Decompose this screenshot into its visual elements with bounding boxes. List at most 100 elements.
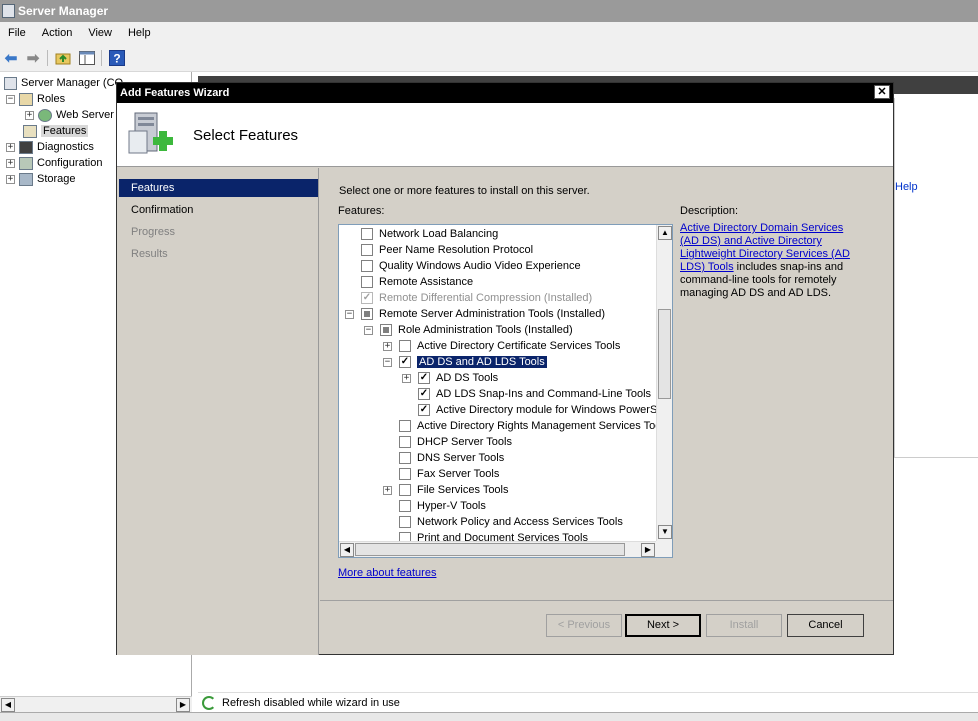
wizard-steps-nav: Features Confirmation Progress Results: [117, 168, 319, 655]
feature-role-admin-tools[interactable]: − Role Administration Tools (Installed): [364, 322, 573, 338]
checkbox[interactable]: [399, 468, 411, 480]
step-features[interactable]: Features: [119, 179, 318, 197]
checkbox[interactable]: ✓: [418, 388, 430, 400]
next-button[interactable]: Next >: [625, 614, 701, 637]
scroll-right-icon[interactable]: ▶: [641, 543, 655, 557]
more-about-features-link[interactable]: More about features: [338, 567, 436, 579]
expand-icon[interactable]: +: [6, 142, 15, 152]
step-confirmation[interactable]: Confirmation: [119, 201, 318, 219]
checkbox[interactable]: [399, 420, 411, 432]
tree-item-storage[interactable]: + Storage: [6, 171, 76, 187]
feature-ad-powershell-module[interactable]: ✓ Active Directory module for Windows Po…: [418, 402, 672, 418]
expand-icon[interactable]: +: [383, 485, 392, 495]
expand-icon[interactable]: +: [383, 341, 392, 351]
collapse-icon[interactable]: −: [6, 94, 15, 104]
expand-icon[interactable]: +: [6, 174, 15, 184]
feature-peer-name-resolution[interactable]: Peer Name Resolution Protocol: [361, 242, 533, 258]
checkbox[interactable]: ✓: [418, 372, 430, 384]
roles-icon: [19, 92, 33, 106]
checkbox[interactable]: [361, 228, 373, 240]
scroll-thumb[interactable]: [355, 543, 625, 556]
tree-item-configuration[interactable]: + Configuration: [6, 155, 102, 171]
feature-hyperv-tools[interactable]: Hyper-V Tools: [399, 498, 486, 514]
menu-file[interactable]: File: [0, 22, 34, 44]
checkbox[interactable]: [399, 340, 411, 352]
configuration-icon: [19, 156, 33, 170]
help-icon[interactable]: ?: [108, 49, 126, 67]
globe-icon: [38, 108, 52, 122]
feature-fax-tools[interactable]: Fax Server Tools: [399, 466, 499, 482]
tree-horizontal-scrollbar[interactable]: ◀ ▶: [0, 696, 192, 712]
checkbox[interactable]: [380, 324, 392, 336]
wizard-page-heading: Select Features: [193, 127, 299, 144]
tree-item-diagnostics[interactable]: + Diagnostics: [6, 139, 94, 155]
feature-label: Network Load Balancing: [379, 228, 499, 240]
feature-file-services-tools[interactable]: + File Services Tools: [383, 482, 509, 498]
collapse-icon[interactable]: −: [383, 357, 392, 367]
show-hide-console-tree-icon[interactable]: [78, 49, 96, 67]
feature-ad-rms-tools[interactable]: Active Directory Rights Management Servi…: [399, 418, 669, 434]
tree-item-features[interactable]: Features: [23, 123, 89, 139]
collapse-icon[interactable]: −: [364, 325, 373, 335]
collapse-icon[interactable]: −: [345, 309, 354, 319]
feature-qwave[interactable]: Quality Windows Audio Video Experience: [361, 258, 581, 274]
add-features-wizard-dialog: Add Features Wizard ✕ Select Features Fe…: [116, 82, 894, 655]
checkbox[interactable]: ✓: [418, 404, 430, 416]
close-icon[interactable]: ✕: [874, 85, 890, 99]
cancel-button[interactable]: Cancel: [787, 614, 864, 637]
tree-item-server-manager[interactable]: Server Manager (CO...: [4, 75, 132, 91]
scroll-right-icon[interactable]: ▶: [176, 698, 190, 712]
feature-label: AD LDS Snap-Ins and Command-Line Tools: [436, 388, 652, 400]
scroll-down-icon[interactable]: ▼: [658, 525, 672, 539]
menu-help[interactable]: Help: [120, 22, 159, 44]
feature-ad-ds-tools[interactable]: + ✓ AD DS Tools: [402, 370, 498, 386]
menu-view[interactable]: View: [80, 22, 120, 44]
menu-action[interactable]: Action: [34, 22, 81, 44]
checkbox[interactable]: [361, 276, 373, 288]
install-button[interactable]: Install: [706, 614, 782, 637]
feature-npas-tools[interactable]: Network Policy and Access Services Tools: [399, 514, 623, 530]
feature-ad-lds-snapins[interactable]: ✓ AD LDS Snap-Ins and Command-Line Tools: [418, 386, 651, 402]
checkbox[interactable]: [361, 260, 373, 272]
expand-icon[interactable]: +: [402, 373, 411, 383]
features-horizontal-scrollbar[interactable]: ◀ ▶: [339, 541, 657, 557]
feature-rsat[interactable]: − Remote Server Administration Tools (In…: [345, 306, 605, 322]
feature-network-load-balancing[interactable]: Network Load Balancing: [361, 226, 498, 242]
checkbox[interactable]: [399, 452, 411, 464]
expand-icon[interactable]: +: [6, 158, 15, 168]
wizard-title: Add Features Wizard: [120, 87, 230, 99]
scroll-left-icon[interactable]: ◀: [1, 698, 15, 712]
feature-ad-ds-lds-tools[interactable]: − ✓ AD DS and AD LDS Tools: [383, 354, 547, 370]
tree-item-label: Web Server: [56, 109, 114, 121]
wizard-header: Select Features: [117, 103, 893, 167]
server-manager-icon: [2, 4, 15, 18]
scroll-left-icon[interactable]: ◀: [340, 543, 354, 557]
previous-button[interactable]: < Previous: [546, 614, 622, 637]
checkbox[interactable]: ✓: [399, 356, 411, 368]
checkbox[interactable]: [399, 500, 411, 512]
tree-item-web-server[interactable]: + Web Server: [25, 107, 114, 123]
features-vertical-scrollbar[interactable]: ▲ ▼: [656, 225, 672, 541]
features-tree-list[interactable]: Network Load Balancing Peer Name Resolut…: [338, 224, 673, 558]
forward-arrow-icon[interactable]: ➡: [24, 49, 42, 67]
feature-dhcp-tools[interactable]: DHCP Server Tools: [399, 434, 512, 450]
checkbox[interactable]: [399, 436, 411, 448]
back-arrow-icon[interactable]: ⬅: [2, 49, 20, 67]
feature-ad-cs-tools[interactable]: + Active Directory Certificate Services …: [383, 338, 620, 354]
checkbox[interactable]: [399, 484, 411, 496]
up-folder-icon[interactable]: [54, 49, 72, 67]
feature-remote-differential-compression: ✓ Remote Differential Compression (Insta…: [361, 290, 592, 306]
expand-icon[interactable]: +: [25, 110, 34, 120]
scroll-thumb[interactable]: [658, 309, 671, 399]
scroll-up-icon[interactable]: ▲: [658, 226, 672, 240]
actions-help-link[interactable]: Help: [895, 181, 918, 193]
svg-text:?: ?: [113, 52, 120, 66]
checkbox[interactable]: [399, 516, 411, 528]
step-progress: Progress: [131, 226, 176, 238]
tree-item-roles[interactable]: − Roles: [6, 91, 65, 107]
feature-remote-assistance[interactable]: Remote Assistance: [361, 274, 473, 290]
status-bar: Refresh disabled while wizard in use: [198, 692, 978, 712]
checkbox[interactable]: [361, 308, 373, 320]
checkbox[interactable]: [361, 244, 373, 256]
feature-dns-tools[interactable]: DNS Server Tools: [399, 450, 504, 466]
